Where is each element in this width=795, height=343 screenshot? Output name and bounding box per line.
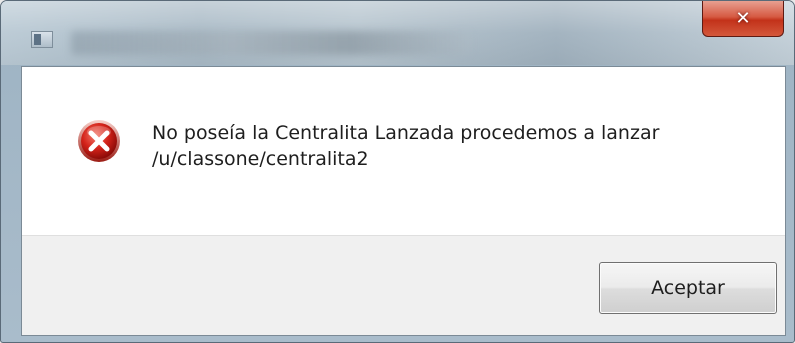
close-icon: ✕ bbox=[735, 7, 751, 29]
error-dialog: ✕ No poseía la Centralita Lanzada proced… bbox=[0, 0, 795, 343]
blurred-window-title bbox=[71, 31, 471, 55]
close-button[interactable]: ✕ bbox=[702, 1, 784, 37]
error-icon bbox=[78, 120, 120, 162]
message-area: No poseía la Centralita Lanzada procedem… bbox=[22, 67, 785, 236]
message-line-2: /u/classone/centralita2 bbox=[152, 148, 369, 170]
window-app-icon bbox=[31, 31, 53, 48]
error-message: No poseía la Centralita Lanzada procedem… bbox=[152, 120, 762, 172]
accept-button[interactable]: Aceptar bbox=[599, 262, 777, 314]
dialog-body: No poseía la Centralita Lanzada procedem… bbox=[21, 66, 786, 336]
title-bar[interactable]: ✕ bbox=[1, 1, 794, 65]
message-line-1: No poseía la Centralita Lanzada procedem… bbox=[152, 122, 660, 144]
